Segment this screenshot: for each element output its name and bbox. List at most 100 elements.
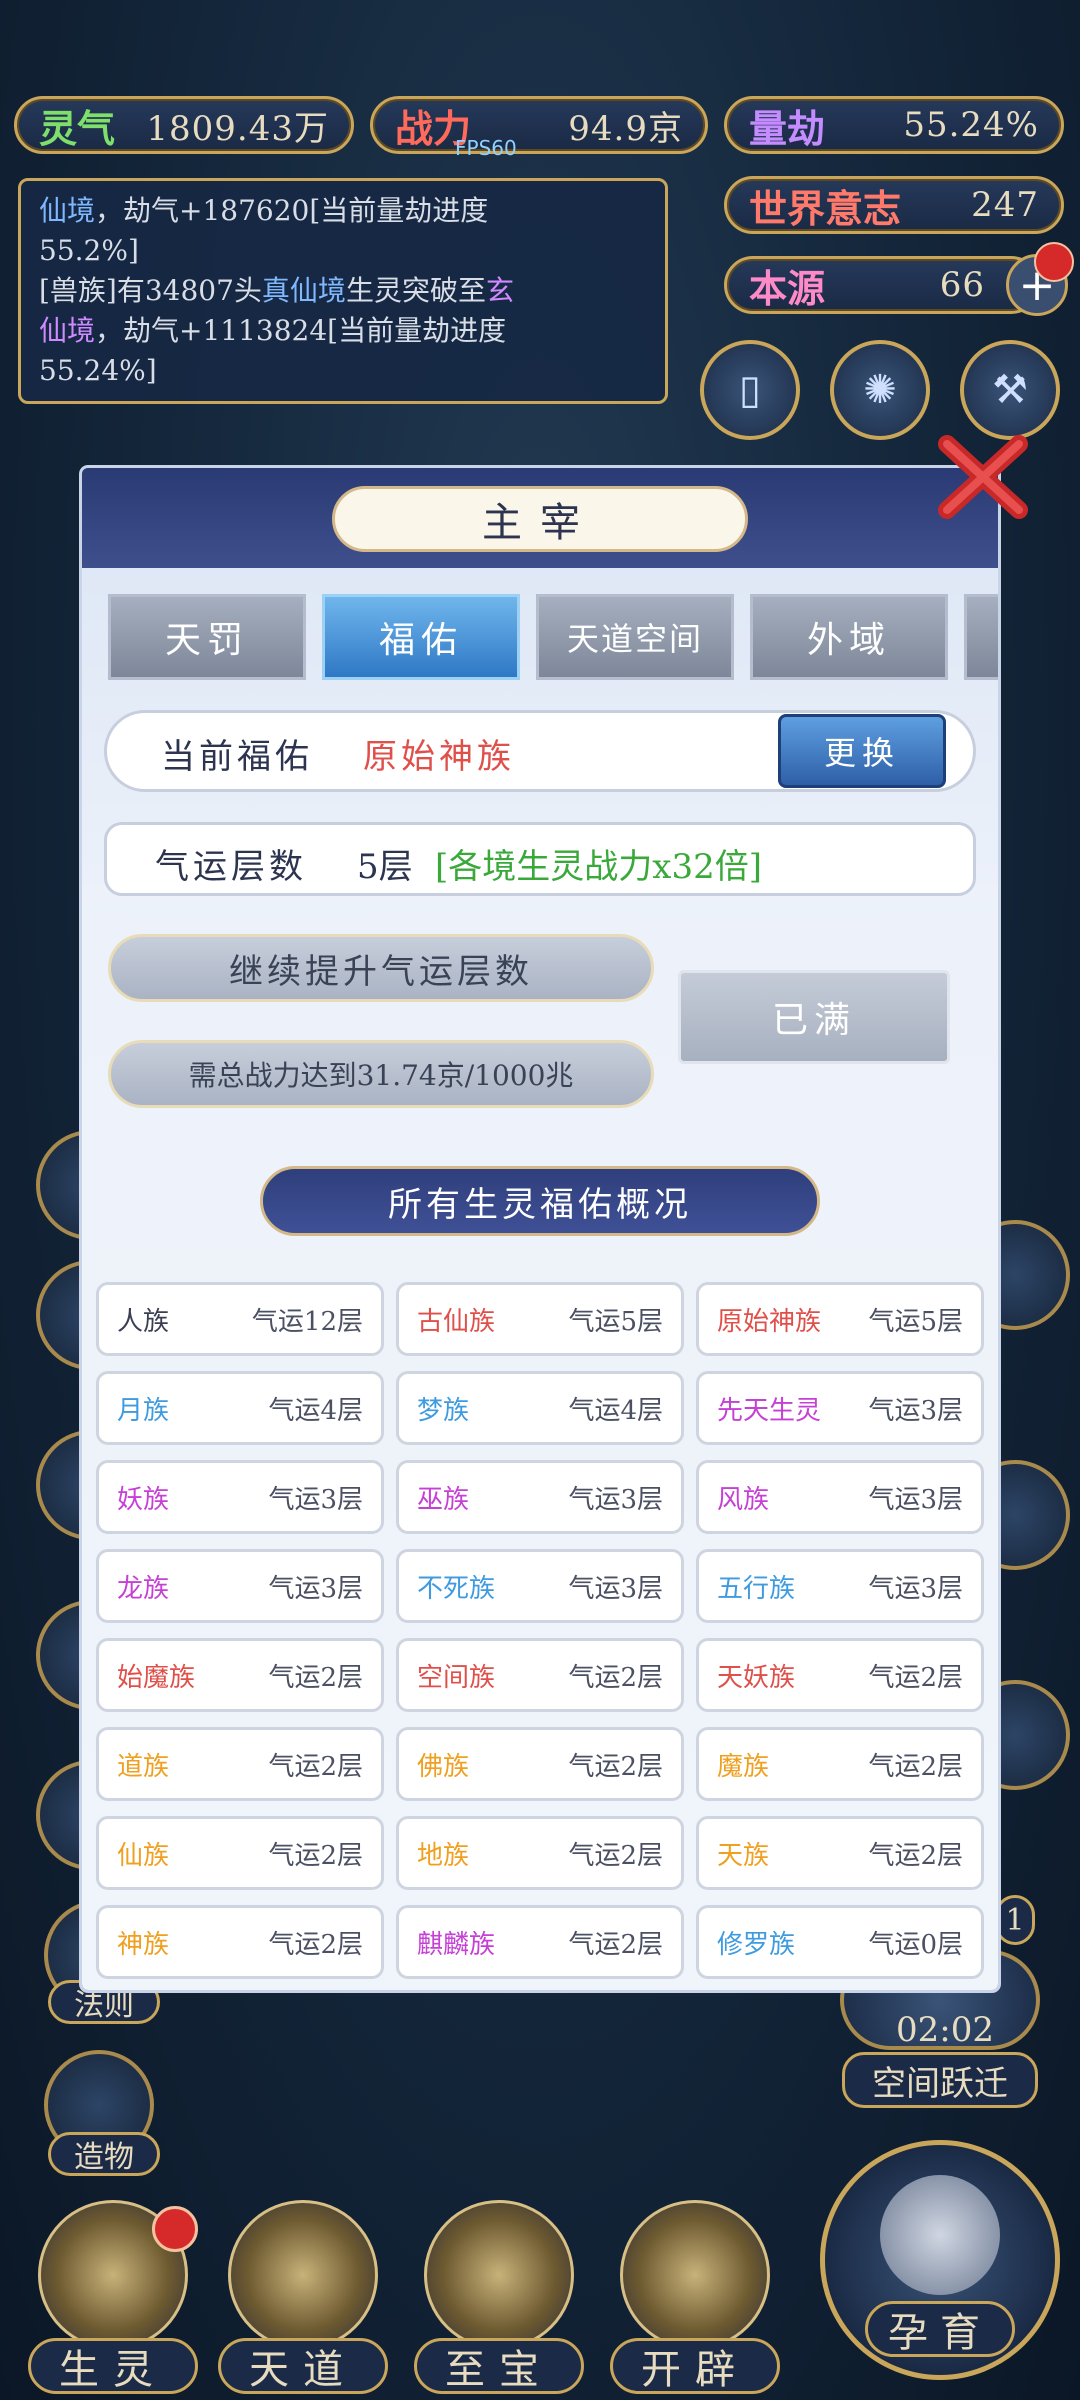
upgrade-requirement: 需总战力达到31.74京/1000兆 <box>108 1040 654 1108</box>
race-cell: 道族 气运2层 <box>96 1727 384 1801</box>
race-fortune-level: 气运3层 <box>568 1484 663 1515</box>
race-name: 巫族 <box>417 1484 470 1515</box>
space-jump-timer: 02:02 <box>896 2010 994 2050</box>
fortune-label: 气运层数 <box>155 847 307 887</box>
nav-label: 孕育 <box>865 2301 1015 2357</box>
race-cell: 麒麟族 气运2层 <box>396 1905 684 1979</box>
hammer-icon[interactable]: ⚒ <box>960 340 1060 440</box>
race-cell: 不死族 气运3层 <box>396 1549 684 1623</box>
log-text: ，劫气+187620[当前量劫进度 <box>95 194 489 227</box>
race-name: 佛族 <box>417 1751 470 1782</box>
race-cell: 风族 气运3层 <box>696 1460 984 1534</box>
lingqi-label: 灵气 <box>39 105 116 151</box>
world-will-label: 世界意志 <box>749 185 902 231</box>
log-text: [兽族]有34807头 <box>39 274 262 307</box>
race-fortune-level: 气运5层 <box>568 1306 663 1337</box>
race-name: 神族 <box>117 1929 170 1960</box>
fortune-row: 气运层数 5层 [各境生灵战力x32倍] <box>104 822 976 896</box>
tab-more[interactable] <box>964 594 998 680</box>
benyuan-value: 66 <box>939 265 985 305</box>
nav-heaven-dao[interactable]: 天道 <box>218 2200 388 2400</box>
nav-label: 生灵 <box>28 2338 198 2394</box>
zhanli-bar[interactable]: 战力 94.9京 <box>370 96 708 154</box>
race-cell: 梦族 气运4层 <box>396 1371 684 1445</box>
race-name: 空间族 <box>417 1662 496 1693</box>
race-fortune-level: 气运2层 <box>568 1840 663 1871</box>
modal-title: 主宰 <box>332 486 748 552</box>
race-fortune-level: 气运2层 <box>868 1840 963 1871</box>
race-fortune-level: 气运4层 <box>268 1395 363 1426</box>
liangjie-bar[interactable]: 量劫 55.24% <box>724 96 1064 154</box>
race-fortune-level: 气运0层 <box>868 1929 963 1960</box>
tab-dao-space[interactable]: 天道空间 <box>536 594 734 680</box>
log-text: ，劫气+1113824[当前量劫进度 <box>95 314 507 347</box>
close-icon[interactable] <box>935 430 1031 526</box>
race-fortune-level: 气运2层 <box>568 1929 663 1960</box>
lingqi-value: 1809.43万 <box>146 108 329 149</box>
race-name: 古仙族 <box>417 1306 496 1337</box>
creation-label[interactable]: 造物 <box>48 2132 160 2176</box>
zhanli-value: 94.9京 <box>568 108 683 149</box>
race-fortune-level: 气运2层 <box>268 1840 363 1871</box>
tab-punishment[interactable]: 天罚 <box>108 594 306 680</box>
nav-open[interactable]: 开辟 <box>610 2200 780 2400</box>
race-cell: 修罗族 气运0层 <box>696 1905 984 1979</box>
race-cell: 神族 气运2层 <box>96 1905 384 1979</box>
benyuan-label: 本源 <box>749 265 826 311</box>
race-fortune-level: 气运5层 <box>868 1306 963 1337</box>
race-name: 天族 <box>717 1840 770 1871</box>
race-fortune-level: 气运3层 <box>568 1573 663 1604</box>
tab-outer-domain[interactable]: 外域 <box>750 594 948 680</box>
log-realm: 玄 <box>485 274 514 307</box>
tab-blessing[interactable]: 福佑 <box>322 594 520 680</box>
race-cell: 巫族 气运3层 <box>396 1460 684 1534</box>
race-name: 龙族 <box>117 1573 170 1604</box>
race-cell: 地族 气运2层 <box>396 1816 684 1890</box>
change-button[interactable]: 更换 <box>778 714 946 788</box>
race-name: 道族 <box>117 1751 170 1782</box>
vortex-icon[interactable]: ✺ <box>830 340 930 440</box>
open-icon <box>620 2200 770 2350</box>
current-blessing-value: 原始神族 <box>363 737 515 777</box>
nav-nurture[interactable]: 孕育 <box>820 2140 1060 2380</box>
lingqi-bar[interactable]: 灵气 1809.43万 <box>14 96 354 154</box>
log-text: 生灵突破至 <box>345 274 486 307</box>
world-will-bar[interactable]: 世界意志 247 <box>724 176 1064 234</box>
right-count-badge: 1 <box>995 1895 1035 1945</box>
race-cell: 始魔族 气运2层 <box>96 1638 384 1712</box>
race-cell: 仙族 气运2层 <box>96 1816 384 1890</box>
space-jump-label[interactable]: 空间跃迁 <box>842 2052 1038 2108</box>
race-cell: 人族 气运12层 <box>96 1282 384 1356</box>
race-fortune-level: 气运4层 <box>568 1395 663 1426</box>
race-cell: 先天生灵 气运3层 <box>696 1371 984 1445</box>
race-name: 魔族 <box>717 1751 770 1782</box>
nav-treasure[interactable]: 至宝 <box>414 2200 584 2400</box>
race-fortune-level: 气运2层 <box>868 1751 963 1782</box>
notification-dot-icon <box>152 2206 198 2252</box>
race-name: 五行族 <box>717 1573 796 1604</box>
race-cell: 天妖族 气运2层 <box>696 1638 984 1712</box>
fortune-value: 5层 <box>357 847 413 887</box>
race-name: 始魔族 <box>117 1662 196 1693</box>
benyuan-bar[interactable]: 本源 66 <box>724 256 1040 314</box>
full-button[interactable]: 已满 <box>678 970 950 1064</box>
race-cell: 魔族 气运2层 <box>696 1727 984 1801</box>
race-fortune-level: 气运2层 <box>868 1662 963 1693</box>
race-cell: 月族 气运4层 <box>96 1371 384 1445</box>
race-name: 先天生灵 <box>717 1395 822 1426</box>
current-blessing-label: 当前福佑 <box>161 737 313 777</box>
race-name: 原始神族 <box>717 1306 822 1337</box>
race-name: 人族 <box>117 1306 170 1337</box>
nurture-icon <box>880 2175 1000 2295</box>
race-name: 月族 <box>117 1395 170 1426</box>
liangjie-label: 量劫 <box>749 105 826 151</box>
nav-label: 天道 <box>218 2338 388 2394</box>
treasure-icon <box>424 2200 574 2350</box>
log-text: 55.24%] <box>39 354 157 387</box>
card-icon[interactable]: ▯ <box>700 340 800 440</box>
race-name: 仙族 <box>117 1840 170 1871</box>
event-log: 仙境，劫气+187620[当前量劫进度 55.2%] [兽族]有34807头真仙… <box>18 178 668 404</box>
race-cell: 原始神族 气运5层 <box>696 1282 984 1356</box>
race-fortune-level: 气运3层 <box>268 1484 363 1515</box>
race-name: 天妖族 <box>717 1662 796 1693</box>
